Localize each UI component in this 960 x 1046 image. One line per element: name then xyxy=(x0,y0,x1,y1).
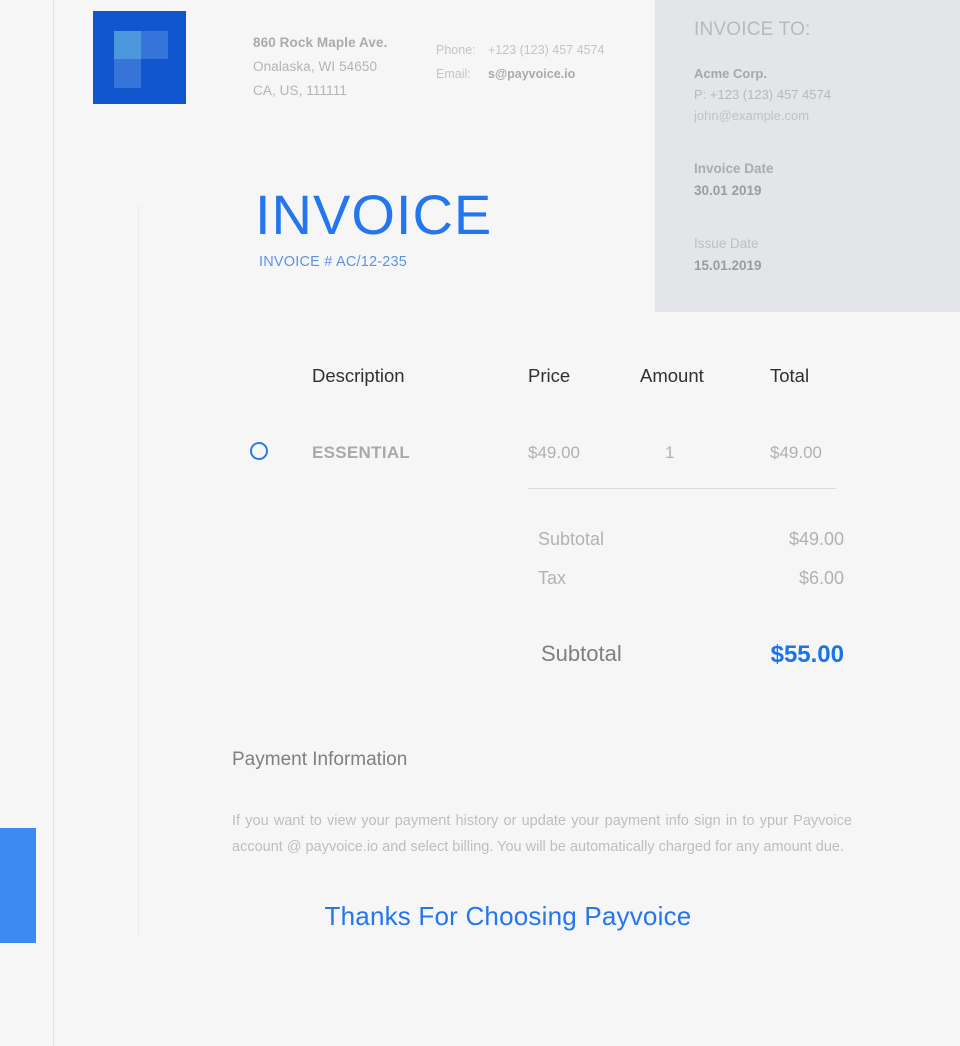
row-amount: 1 xyxy=(665,443,675,462)
company-address-line1: 860 Rock Maple Ave. xyxy=(253,35,388,50)
logo-square-top-left xyxy=(114,31,141,59)
invoice-number: INVOICE # AC/12-235 xyxy=(259,254,408,270)
issue-date-value: 15.01.2019 xyxy=(694,258,762,273)
grand-total-value: $55.00 xyxy=(770,641,844,668)
invoice-date-block: Invoice Date 30.01 2019 xyxy=(694,158,774,202)
company-phone-label: Phone: xyxy=(436,43,476,57)
company-address-line3: CA, US, 111111 xyxy=(253,83,347,98)
invoice-to-details: Acme Corp. P: +123 (123) 457 4574 john@e… xyxy=(694,63,831,126)
logo-square-top-right xyxy=(141,31,168,59)
company-phone-value: +123 (123) 457 4574 xyxy=(488,43,605,57)
tax-value: $6.00 xyxy=(798,568,844,588)
issue-date-label: Issue Date xyxy=(694,236,759,251)
column-header-total: Total xyxy=(770,365,810,386)
left-margin-rule xyxy=(53,0,54,1046)
company-email-label: Email: xyxy=(436,67,471,81)
content-margin-rule xyxy=(138,205,139,935)
subtotal-label: Subtotal xyxy=(538,529,605,549)
column-header-description: Description xyxy=(312,365,405,386)
table-row: ESSENTIAL $49.00 1 $49.00 xyxy=(0,443,960,467)
tax-label: Tax xyxy=(538,568,567,588)
payment-information-body: If you want to view your payment history… xyxy=(232,813,852,855)
invoice-date-value: 30.01 2019 xyxy=(694,183,762,198)
page-title: INVOICE xyxy=(255,183,493,246)
company-address-line2: Onalaska, WI 54650 xyxy=(253,59,378,74)
client-email: john@example.com xyxy=(694,108,810,123)
invoice-to-title: INVOICE TO: xyxy=(694,19,811,40)
invoice-page: 860 Rock Maple Ave. Onalaska, WI 54650 C… xyxy=(0,0,960,1046)
column-header-price: Price xyxy=(528,365,571,386)
row-description: ESSENTIAL xyxy=(312,443,411,462)
logo-square-bottom-left xyxy=(114,59,141,88)
company-phone-row: Phone: +123 (123) 457 4574 xyxy=(436,38,604,62)
company-contact: Phone: +123 (123) 457 4574 Email: s@payv… xyxy=(436,38,604,86)
row-total: $49.00 xyxy=(770,443,822,462)
grand-total-label: Subtotal xyxy=(541,641,622,666)
invoice-date-label: Invoice Date xyxy=(694,161,774,176)
table-divider xyxy=(528,488,836,489)
company-email-value: s@payvoice.io xyxy=(488,67,576,81)
column-header-amount: Amount xyxy=(640,365,704,386)
subtotal-value: $49.00 xyxy=(788,529,844,549)
client-phone: P: +123 (123) 457 4574 xyxy=(694,87,831,102)
issue-date-block: Issue Date 15.01.2019 xyxy=(694,233,762,277)
thanks-message: Thanks For Choosing Payvoice xyxy=(324,901,692,931)
company-email-row: Email: s@payvoice.io xyxy=(436,62,604,86)
client-name: Acme Corp. xyxy=(694,66,767,81)
company-address: 860 Rock Maple Ave. Onalaska, WI 54650 C… xyxy=(253,31,387,103)
payment-information-title: Payment Information xyxy=(232,749,408,770)
table-header-row: Description Price Amount Total xyxy=(0,365,960,391)
payvoice-logo-icon xyxy=(93,11,186,104)
row-price: $49.00 xyxy=(528,443,580,462)
